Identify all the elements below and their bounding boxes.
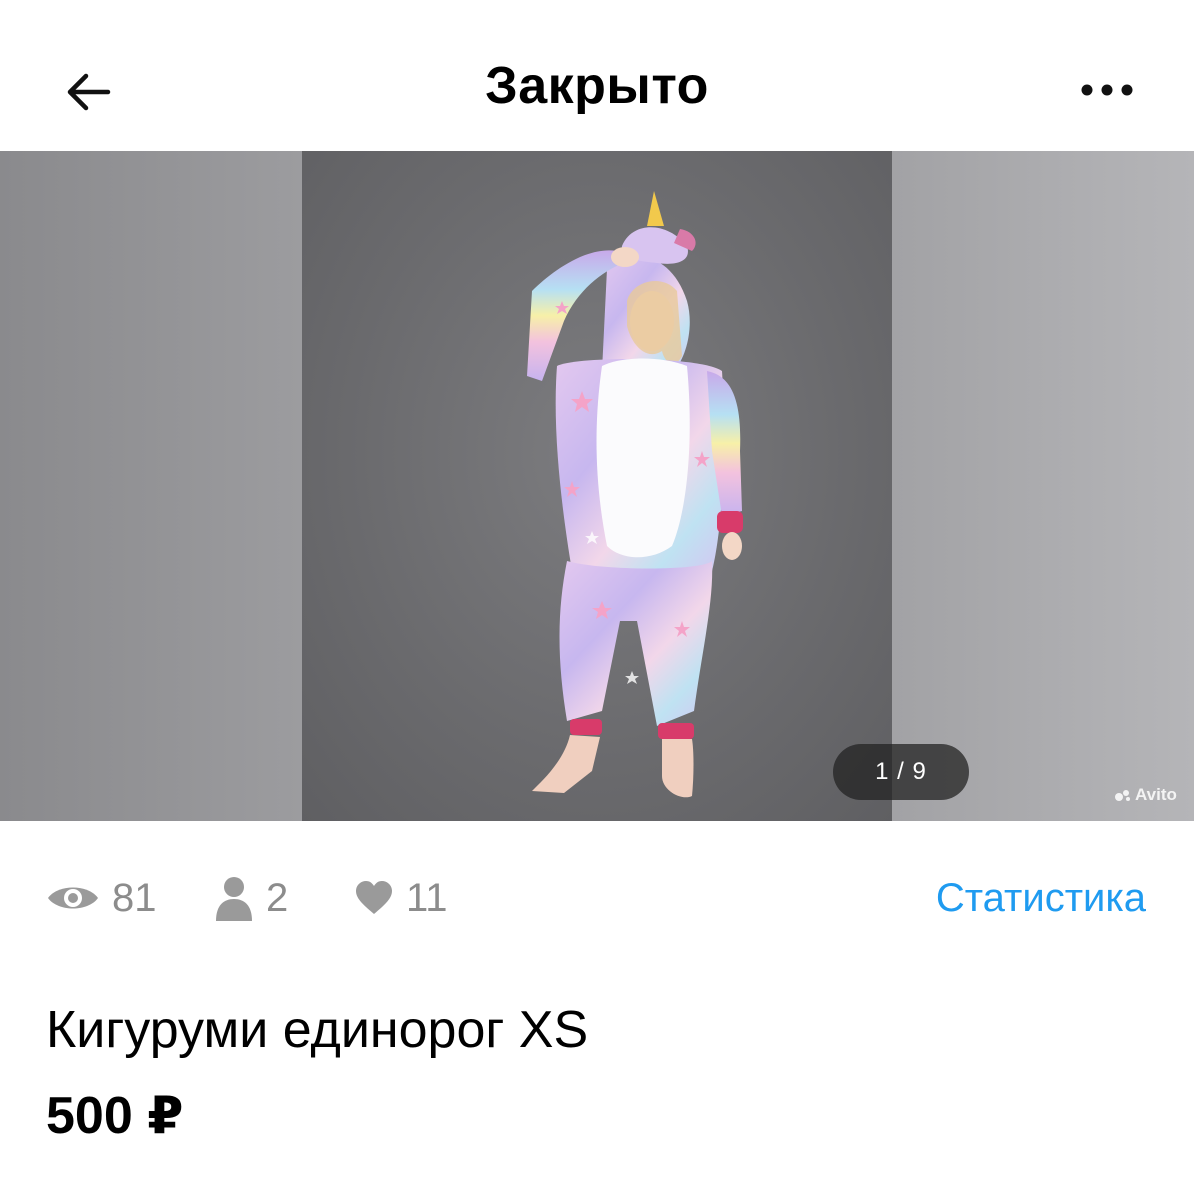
gallery-side-blur-right <box>892 151 1194 821</box>
views-stat: 81 <box>46 866 157 930</box>
contacts-count: 2 <box>266 875 289 920</box>
photo-counter: 1 / 9 <box>833 744 969 800</box>
favorites-count: 11 <box>406 875 448 920</box>
avito-logo-icon <box>1115 790 1130 801</box>
avito-watermark: Avito <box>1114 785 1177 805</box>
product-title: Кигуруми единорог XS <box>46 1001 589 1059</box>
product-price: 500 ₽ <box>46 1087 184 1145</box>
top-bar: Закрыто <box>0 0 1194 150</box>
person-icon <box>216 877 252 921</box>
page-title: Закрыто <box>485 57 709 115</box>
more-button[interactable] <box>1072 70 1142 110</box>
listing-stats: 81 2 11 Статистика <box>46 866 1156 930</box>
person-in-unicorn-costume-image <box>527 191 743 798</box>
eye-icon <box>48 887 98 909</box>
watermark-text: Avito <box>1135 785 1177 804</box>
product-photo[interactable]: 1 / 9 Avito <box>302 151 1177 821</box>
views-count: 81 <box>112 875 157 920</box>
more-horizontal-icon <box>1081 84 1133 96</box>
statistics-link[interactable]: Статистика <box>936 866 1146 930</box>
favorites-stat: 11 <box>354 866 448 930</box>
photo-gallery[interactable]: 1 / 9 Avito <box>0 151 1194 821</box>
contacts-stat: 2 <box>214 866 288 930</box>
heart-icon <box>356 881 392 914</box>
gallery-side-blur-left <box>0 151 302 821</box>
